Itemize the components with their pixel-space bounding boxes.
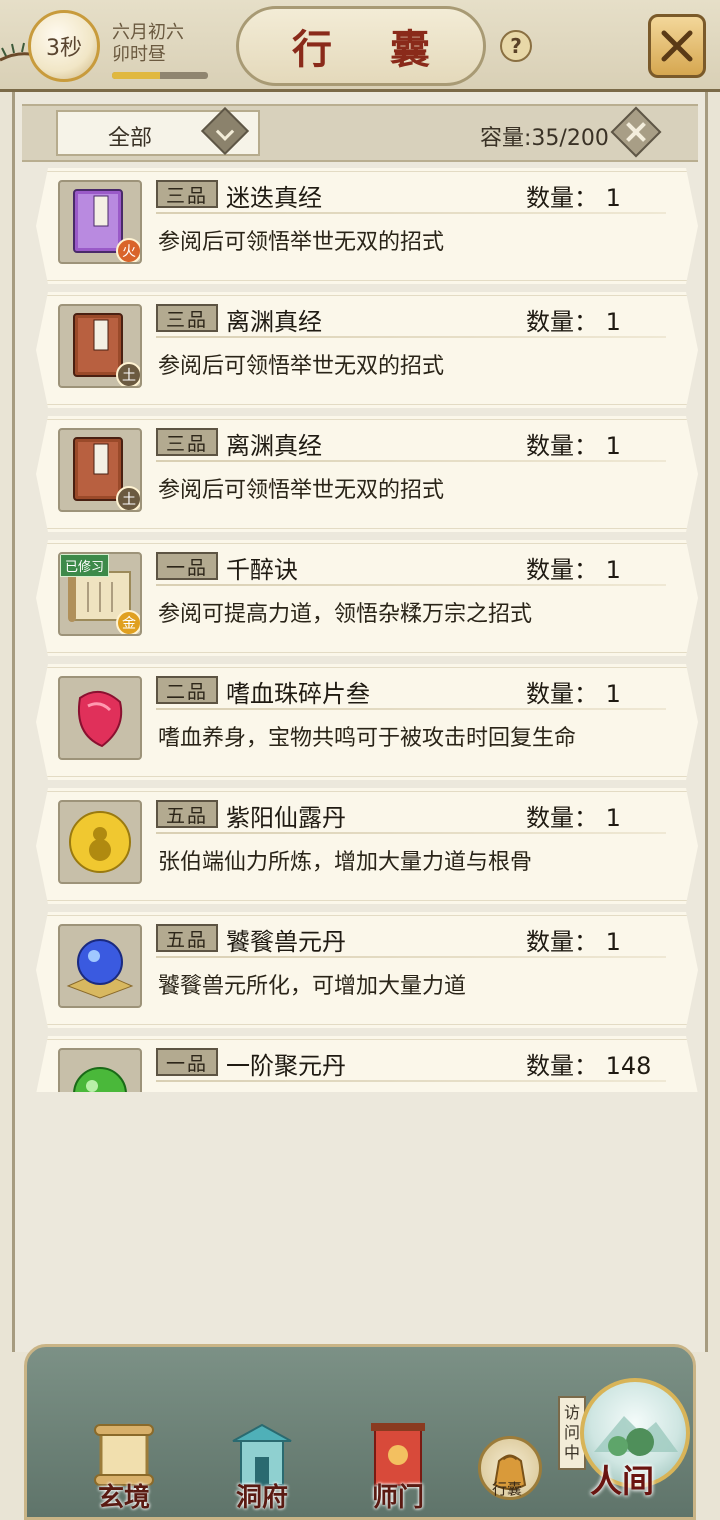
item-description: 参阅后可领悟举世无双的招式 bbox=[158, 230, 445, 255]
item-card[interactable]: 土 三品 离渊真经 数量： 1 参阅后可领悟举世无双的招式 bbox=[36, 416, 698, 532]
help-button[interactable]: ? bbox=[500, 30, 532, 62]
item-list[interactable]: 火三品 迷迭真经 数量： 1 参阅后可领悟举世无双的招式土三品 离渊真经 数量： 1 参阅后… bbox=[22, 168, 698, 1092]
element-badge: 火 bbox=[116, 238, 140, 262]
item-divider bbox=[156, 956, 666, 958]
blue-orb-pill-icon bbox=[66, 939, 134, 999]
item-description: 参阅后可领悟举世无双的招式 bbox=[158, 354, 445, 379]
item-description: 饕餮兽元所化，可增加大量力道 bbox=[158, 974, 467, 999]
item-quantity: 数量： 148 bbox=[526, 1052, 652, 1080]
item-icon: 火 bbox=[58, 180, 142, 264]
item-name: 离渊真经 bbox=[226, 432, 322, 460]
item-icon: 土 bbox=[58, 428, 142, 512]
element-badge: 金 bbox=[116, 610, 140, 634]
element-badge: 土 bbox=[116, 362, 140, 386]
element-badge: 土 bbox=[116, 486, 140, 510]
learned-badge: 已修习 bbox=[60, 554, 110, 577]
nav-shimen[interactable]: 师门 bbox=[348, 1404, 448, 1514]
item-description: 张伯端仙力所炼，增加大量力道与根骨 bbox=[158, 850, 533, 875]
item-icon bbox=[58, 1048, 142, 1092]
item-name: 饕餮兽元丹 bbox=[226, 928, 346, 956]
bag-capacity: 容量:35/200 bbox=[480, 126, 609, 151]
page-title: 行 囊 bbox=[236, 6, 486, 86]
item-grade-tag: 五品 bbox=[156, 924, 218, 952]
item-grade-tag: 五品 bbox=[156, 800, 218, 828]
item-quantity: 数量： 1 bbox=[526, 308, 621, 336]
item-grade-tag: 三品 bbox=[156, 428, 218, 456]
item-description: 参阅可提高力道，领悟杂糅万宗之招式 bbox=[158, 602, 533, 627]
green-pill-icon bbox=[73, 1067, 127, 1092]
item-quantity: 数量： 1 bbox=[526, 804, 621, 832]
item-divider bbox=[156, 832, 666, 834]
item-divider bbox=[156, 212, 666, 214]
item-quantity: 数量： 1 bbox=[526, 432, 621, 460]
nav-dongfu-label: 洞府 bbox=[235, 1483, 288, 1513]
day-progress-fill bbox=[112, 72, 160, 79]
item-card[interactable]: 一品 一阶聚元丹 数量： 148 bbox=[36, 1036, 698, 1092]
item-name: 紫阳仙露丹 bbox=[226, 804, 346, 832]
item-name: 嗜血珠碎片叁 bbox=[226, 680, 370, 708]
visit-status-text: 访问中 bbox=[563, 1403, 580, 1462]
day-progress-bar bbox=[112, 72, 208, 79]
item-icon: 土 bbox=[58, 304, 142, 388]
top-header: 3秒 六月初六 卯时昼 行 囊 ? bbox=[0, 0, 720, 92]
item-grade-tag: 一品 bbox=[156, 552, 218, 580]
item-divider bbox=[156, 584, 666, 586]
item-grade-tag: 三品 bbox=[156, 180, 218, 208]
item-card[interactable]: 二品 嗜血珠碎片叁 数量： 1 嗜血养身，宝物共鸣可于被攻击时回复生命 bbox=[36, 664, 698, 780]
nav-bag-label: 行囊 bbox=[492, 1480, 523, 1498]
item-description: 嗜血养身，宝物共鸣可于被攻击时回复生命 bbox=[158, 726, 577, 751]
close-icon bbox=[661, 30, 693, 62]
nav-world-label: 人间 bbox=[590, 1462, 655, 1500]
item-icon bbox=[58, 676, 142, 760]
nav-xuanjing[interactable]: 玄境 bbox=[74, 1404, 174, 1514]
nav-xuanjing-label: 玄境 bbox=[97, 1483, 150, 1513]
category-dropdown-value: 全部 bbox=[108, 126, 153, 151]
item-card[interactable]: 土 三品 离渊真经 数量： 1 参阅后可领悟举世无双的招式 bbox=[36, 292, 698, 408]
nav-dongfu[interactable]: 洞府 bbox=[212, 1404, 312, 1514]
close-button[interactable] bbox=[648, 14, 706, 78]
item-divider bbox=[156, 460, 666, 462]
item-icon bbox=[58, 800, 142, 884]
item-name: 一阶聚元丹 bbox=[226, 1052, 346, 1080]
game-timer[interactable]: 3秒 bbox=[28, 10, 100, 82]
blood-pearl-shard-icon bbox=[78, 691, 123, 748]
item-card[interactable]: 五品 紫阳仙露丹 数量： 1 张伯端仙力所炼，增加大量力道与根骨 bbox=[36, 788, 698, 904]
nav-shimen-label: 师门 bbox=[371, 1483, 424, 1513]
item-quantity: 数量： 1 bbox=[526, 680, 621, 708]
item-divider bbox=[156, 1080, 666, 1082]
item-name: 千醉诀 bbox=[226, 556, 298, 584]
item-grade-tag: 一品 bbox=[156, 1048, 218, 1076]
time-period: 卯时昼 bbox=[112, 44, 166, 65]
item-divider bbox=[156, 708, 666, 710]
golden-gourd-pill-icon bbox=[69, 811, 131, 873]
item-card[interactable]: 火 三品 迷迭真经 数量： 1 参阅后可领悟举世无双的招式 bbox=[36, 168, 698, 284]
item-icon bbox=[58, 924, 142, 1008]
item-grade-tag: 三品 bbox=[156, 304, 218, 332]
item-quantity: 数量： 1 bbox=[526, 184, 621, 212]
item-icon: 已修习金 bbox=[58, 552, 142, 636]
item-name: 离渊真经 bbox=[226, 308, 322, 336]
item-description: 参阅后可领悟举世无双的招式 bbox=[158, 478, 445, 503]
item-grade-tag: 二品 bbox=[156, 676, 218, 704]
item-quantity: 数量： 1 bbox=[526, 556, 621, 584]
item-name: 迷迭真经 bbox=[226, 184, 322, 212]
item-card[interactable]: 五品 饕餮兽元丹 数量： 1 饕餮兽元所化，可增加大量力道 bbox=[36, 912, 698, 1028]
item-divider bbox=[156, 336, 666, 338]
item-quantity: 数量： 1 bbox=[526, 928, 621, 956]
item-card[interactable]: 已修习金一品 千醉诀 数量： 1 参阅可提高力道，领悟杂糅万宗之招式 bbox=[36, 540, 698, 656]
